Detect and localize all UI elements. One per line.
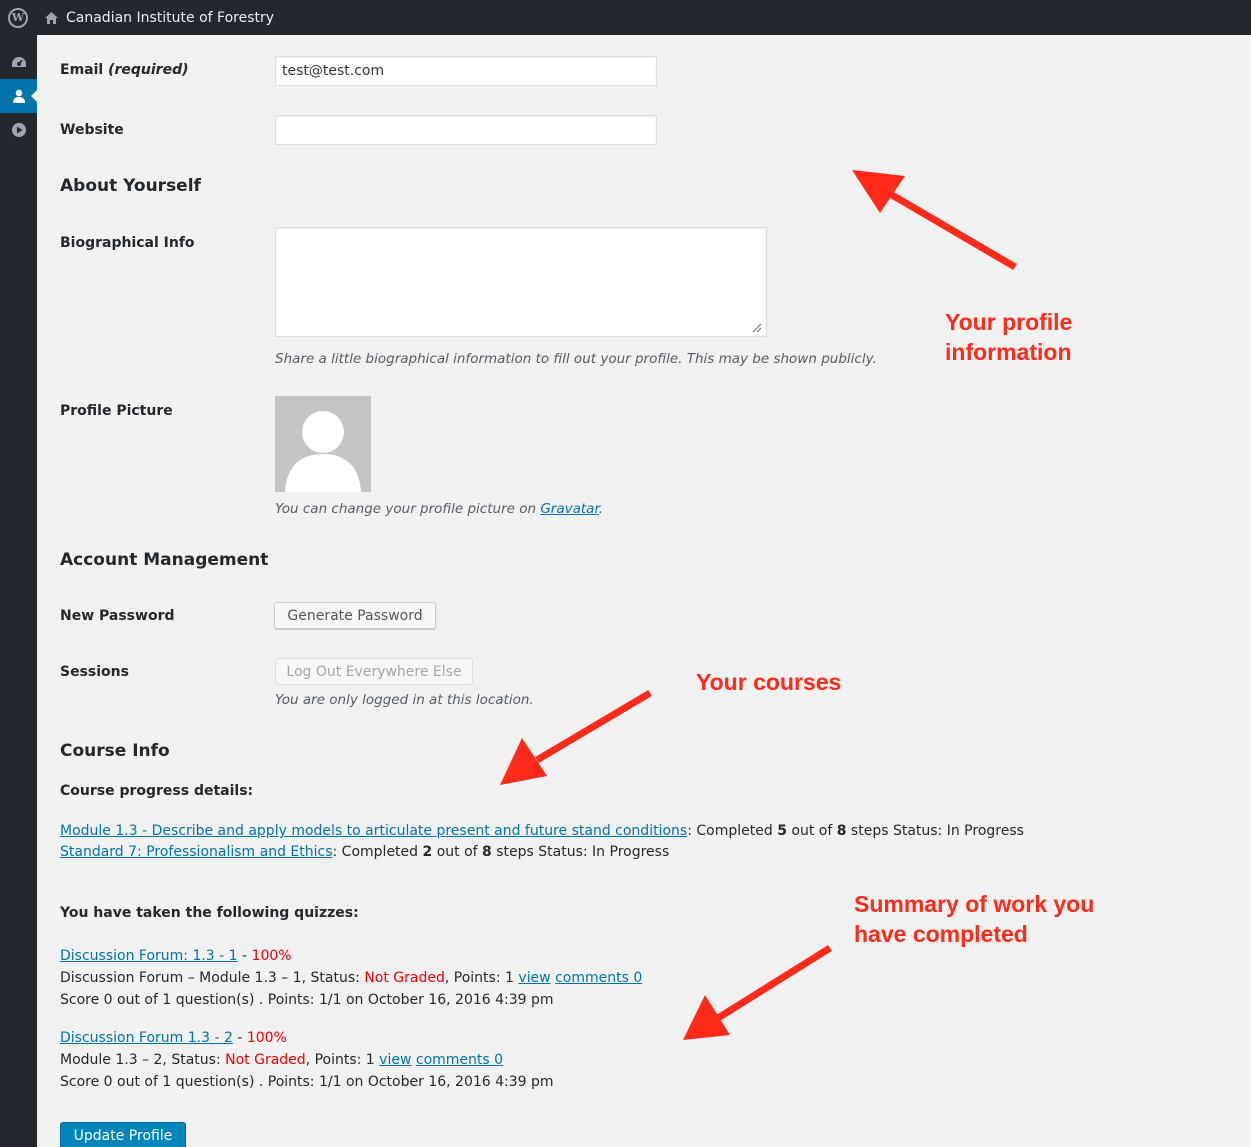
account-management-heading: Account Management — [60, 550, 269, 570]
quiz-view-link[interactable]: view — [518, 970, 550, 986]
biographical-info-description: Share a little biographical information … — [275, 351, 877, 367]
about-yourself-heading: About Yourself — [60, 176, 201, 196]
biographical-info-label: Biographical Info — [60, 235, 195, 251]
quiz-status-row: Module 1.3 – 2, Status: Not Graded, Poin… — [60, 1052, 504, 1068]
annotation-your-courses: Your courses — [696, 669, 842, 695]
sessions-description: You are only logged in at this location. — [275, 692, 534, 708]
wordpress-logo-glyph: W — [8, 7, 28, 28]
annotation-arrow — [852, 170, 1017, 271]
quiz-comments-link[interactable]: comments 0 — [416, 1052, 503, 1068]
home-icon[interactable] — [40, 11, 62, 25]
course-progress-item: Standard 7: Professionalism and Ethics: … — [60, 844, 670, 860]
quiz-status-row: Discussion Forum – Module 1.3 – 1, Statu… — [60, 970, 643, 986]
annotation-profile-information: Your profile information — [945, 309, 1073, 365]
email-field[interactable]: test@test.com — [275, 56, 657, 86]
play-icon[interactable] — [0, 113, 37, 147]
resize-handle-icon[interactable] — [750, 321, 762, 333]
annotation-summary-of-work: Summary of work you have completed — [854, 891, 1095, 947]
new-password-label: New Password — [60, 608, 175, 624]
course-progress-label: Course progress details: — [60, 783, 254, 799]
quiz-link-2[interactable]: Discussion Forum 1.3 - 2 — [60, 1030, 233, 1046]
website-field[interactable] — [275, 115, 657, 145]
course-link-standard-7[interactable]: Standard 7: Professionalism and Ethics — [60, 844, 333, 860]
quizzes-label: You have taken the following quizzes: — [60, 905, 359, 921]
profile-picture-description: You can change your profile picture on G… — [275, 501, 604, 517]
quiz-score-row: Score 0 out of 1 question(s) . Points: 1… — [60, 992, 554, 1008]
site-name-link[interactable]: Canadian Institute of Forestry — [66, 10, 274, 26]
user-icon[interactable] — [0, 79, 38, 113]
course-progress-item: Module 1.3 - Describe and apply models t… — [60, 823, 1024, 839]
profile-picture-avatar — [275, 396, 371, 492]
generate-password-button[interactable]: Generate Password — [274, 602, 436, 629]
quiz-title-row: Discussion Forum: 1.3 - 1 - 100% — [60, 948, 292, 964]
dashboard-icon[interactable] — [0, 45, 37, 79]
default-avatar-icon — [285, 411, 361, 492]
admin-side-menu — [0, 35, 38, 1147]
course-link-module-1-3[interactable]: Module 1.3 - Describe and apply models t… — [60, 823, 687, 839]
profile-picture-label: Profile Picture — [60, 403, 173, 419]
biographical-info-textarea[interactable] — [275, 227, 767, 337]
update-profile-button[interactable]: Update Profile — [60, 1122, 186, 1147]
quiz-score-row: Score 0 out of 1 question(s) . Points: 1… — [60, 1074, 554, 1090]
email-label: Email (required) — [60, 62, 189, 78]
quiz-link-1[interactable]: Discussion Forum: 1.3 - 1 — [60, 948, 238, 964]
log-out-everywhere-button[interactable]: Log Out Everywhere Else — [275, 658, 473, 685]
admin-bar: W Canadian Institute of Forestry — [0, 0, 1251, 35]
quiz-view-link[interactable]: view — [379, 1052, 411, 1068]
website-label: Website — [60, 122, 124, 138]
gravatar-link[interactable]: Gravatar — [540, 501, 598, 517]
sessions-label: Sessions — [60, 664, 129, 680]
course-info-heading: Course Info — [60, 741, 170, 761]
quiz-title-row: Discussion Forum 1.3 - 2 - 100% — [60, 1030, 287, 1046]
annotation-arrow — [683, 945, 832, 1040]
quiz-comments-link[interactable]: comments 0 — [555, 970, 642, 986]
wordpress-logo-icon[interactable]: W — [0, 0, 36, 35]
